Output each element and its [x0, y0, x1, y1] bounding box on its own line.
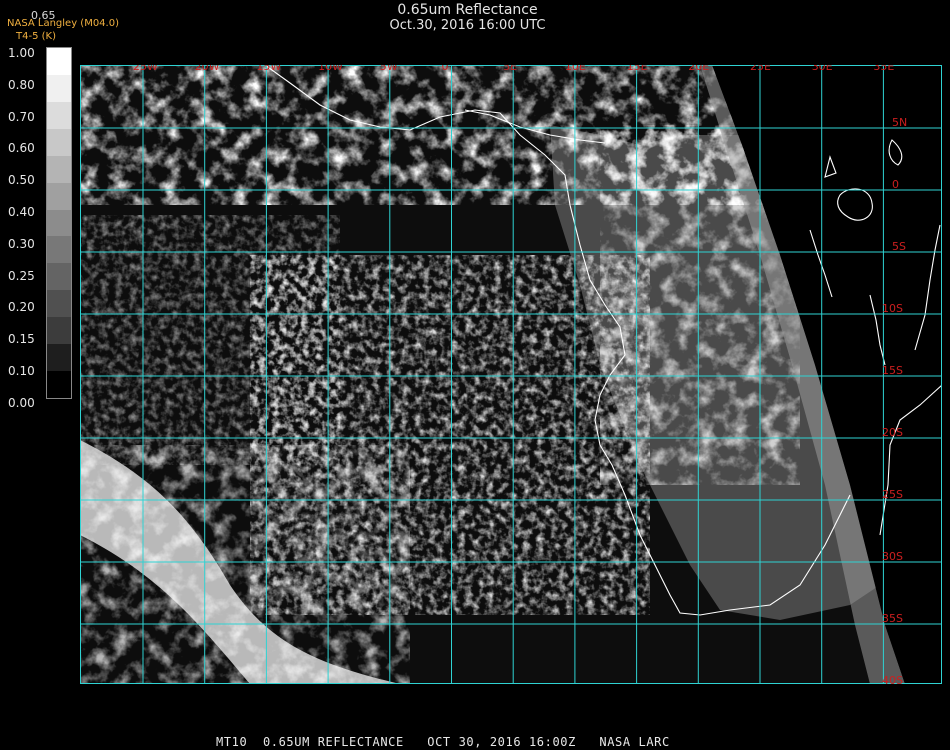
latitude-label: 25S [882, 488, 903, 501]
legend-swatch [47, 236, 71, 264]
longitude-label: 15W [256, 65, 281, 73]
earth-disk [80, 65, 905, 684]
latitude-label: 40S [882, 674, 903, 684]
legend-swatch [47, 48, 71, 76]
legend-label: 0.50 [8, 173, 35, 188]
legend-swatch [47, 74, 71, 103]
image-timestamp: Oct.30, 2016 16:00 UTC [389, 18, 546, 33]
satellite-map: 25W 20W 15W 10W 5W 0 5E 10E 15E 20E 25E 30E 35E 5N 0 5S… [80, 65, 942, 684]
coastline-lake-turkana [824, 155, 837, 178]
longitude-label: 30E [812, 65, 833, 73]
longitude-label: 20E [688, 65, 709, 73]
legend-label: 0.30 [8, 236, 35, 251]
legend-label: 0.00 [8, 395, 35, 410]
coastline-east-africa [879, 384, 942, 536]
longitude-label: 10W [318, 65, 343, 73]
legend-swatch [47, 155, 71, 184]
longitude-label: 35E [873, 65, 894, 73]
credit-source: NASA Langley (M04.0) [7, 18, 119, 29]
map-canvas: 25W 20W 15W 10W 5W 0 5E 10E 15E 20E 25E 30E 35E 5N 0 5S… [80, 65, 942, 684]
legend-swatch [47, 182, 71, 211]
legend-label: 0.70 [8, 109, 35, 124]
latitude-label: 20S [882, 426, 903, 439]
legend-swatch [47, 290, 71, 318]
legend-label: 0.40 [8, 205, 35, 219]
cloud-field-southwest [80, 445, 410, 684]
legend-swatch [47, 344, 71, 372]
cloud-field-land [600, 125, 800, 485]
legend-label: 1.00 [8, 46, 35, 60]
legend-label: 0.60 [8, 141, 35, 156]
legend-label: 0.25 [8, 268, 35, 283]
legend-label: 0.80 [8, 77, 35, 92]
reflectance-legend: 1.00 0.80 0.70 0.60 0.50 0.40 0.30 0.25 0.20 0.15… [8, 46, 72, 409]
longitude-label: 25W [133, 65, 158, 73]
longitude-label: 10E [565, 65, 586, 73]
longitude-label: 0 [442, 65, 449, 73]
coastline-lake-victoria [837, 188, 873, 221]
legend-label: 0.20 [8, 300, 35, 315]
credit-channel: T4-5 (K) [16, 31, 56, 42]
latitude-label: 5N [892, 116, 907, 129]
status-footer: MT10 0.65UM REFLECTANCE OCT 30, 2016 16:… [216, 735, 670, 749]
legend-swatch [47, 209, 71, 237]
image-title: 0.65um Reflectance [397, 2, 538, 18]
latitude-label: 30S [882, 550, 903, 563]
coastline-lake-mweru [888, 139, 903, 166]
longitude-label: 5E [503, 65, 517, 73]
latitude-label: 10S [882, 302, 903, 315]
coastline-lake-tanganyika [809, 229, 833, 298]
title-block: 0.65um Reflectance Oct.30, 2016 16:00 UT… [0, 2, 935, 33]
latitude-label: 35S [882, 612, 903, 625]
latitude-label: 15S [882, 364, 903, 377]
legend-swatch [47, 371, 71, 399]
legend-swatch [47, 317, 71, 345]
latitude-label: 0 [892, 178, 899, 191]
legend-label: 0.15 [8, 332, 35, 347]
legend-swatch [47, 101, 71, 130]
legend-color-bar [46, 47, 72, 399]
longitude-label: 25E [750, 65, 771, 73]
legend-swatch [47, 263, 71, 291]
coastline-madagascar [914, 224, 941, 351]
legend-swatch [47, 128, 71, 157]
latitude-label: 5S [892, 240, 906, 253]
legend-label: 0.10 [8, 364, 35, 378]
longitude-label: 20W [195, 65, 220, 73]
longitude-label: 5W [380, 65, 398, 73]
longitude-label: 15E [627, 65, 648, 73]
